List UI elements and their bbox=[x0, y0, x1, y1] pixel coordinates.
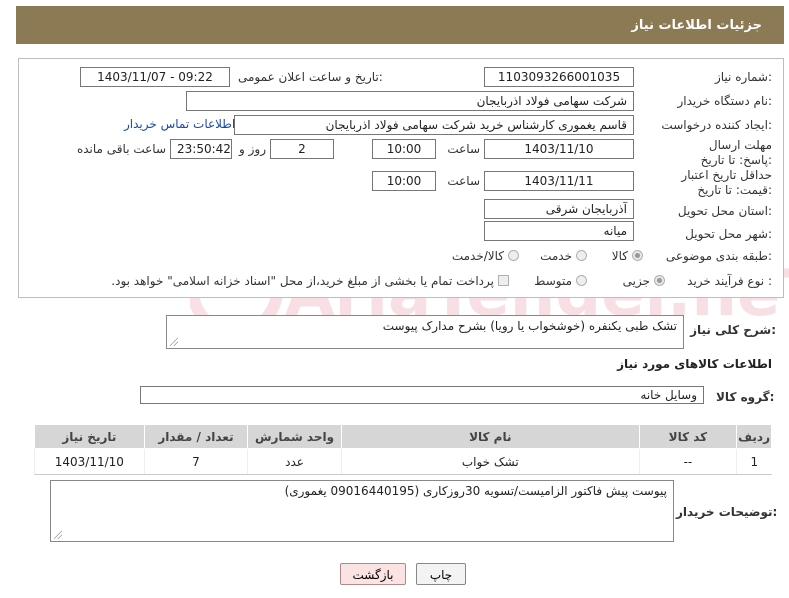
print-button[interactable]: چاپ bbox=[416, 563, 466, 585]
need-description-label: شرح کلی نیاز: bbox=[690, 323, 776, 337]
reply-deadline-label: مهلت ارسال پاسخ: تا تاریخ: bbox=[700, 138, 772, 167]
buyer-notes-field[interactable]: پیوست پیش فاکتور الزامیست/تسویه 30روزکار… bbox=[50, 480, 674, 542]
remaining-time-field[interactable]: 23:50:42 bbox=[170, 139, 232, 159]
need-description-text: تشک طبی یکنفره (خوشخواب یا رویا) بشرح مد… bbox=[382, 319, 677, 333]
cell-need-date: 1403/11/10 bbox=[34, 448, 145, 475]
cell-name: تشک خواب bbox=[340, 448, 640, 475]
buyer-org-field[interactable]: شرکت سهامی فولاد اذربایجان bbox=[186, 91, 634, 111]
buyer-contact-link[interactable]: اطلاعات تماس خریدار bbox=[124, 117, 235, 131]
goods-table-header: ردیف کد کالا نام کالا واحد شمارش تعداد /… bbox=[34, 424, 772, 449]
price-validity-time-label: ساعت bbox=[447, 174, 480, 188]
price-validity-label: حداقل تاریخ اعتبار قیمت: تا تاریخ: bbox=[681, 168, 772, 197]
goods-group-field[interactable]: وسایل خانه bbox=[140, 386, 704, 404]
category-radio-service[interactable] bbox=[576, 248, 587, 262]
checkbox-icon bbox=[498, 275, 509, 286]
cell-code: -- bbox=[638, 448, 737, 475]
city-field[interactable]: میانه bbox=[484, 221, 634, 241]
radio-icon bbox=[576, 275, 587, 286]
need-number-label: شماره نیاز: bbox=[714, 70, 772, 84]
col-quantity: تعداد / مقدار bbox=[143, 424, 249, 449]
province-label: استان محل تحویل: bbox=[677, 204, 772, 218]
price-validity-time-field[interactable]: 10:00 bbox=[372, 171, 436, 191]
announce-date-label: تاریخ و ساعت اعلان عمومی: bbox=[238, 70, 383, 84]
resize-grip-icon[interactable] bbox=[54, 531, 62, 539]
col-unit: واحد شمارش bbox=[247, 424, 342, 449]
radio-selected-icon bbox=[632, 250, 643, 261]
cell-row: 1 bbox=[736, 448, 772, 475]
col-code: کد کالا bbox=[638, 424, 738, 449]
buyer-notes-label: توضیحات خریدار: bbox=[676, 505, 778, 519]
process-option-minor: جزیی bbox=[622, 274, 650, 288]
table-row[interactable]: 1 -- تشک خواب عدد 7 1403/11/10 bbox=[34, 448, 772, 475]
need-number-field[interactable]: 1103093266001035 bbox=[484, 67, 634, 87]
process-type-label: نوع فرآیند خرید : bbox=[687, 274, 772, 288]
creator-label: ایجاد کننده درخواست: bbox=[661, 118, 772, 132]
cell-quantity: 7 bbox=[143, 448, 248, 475]
radio-selected-icon bbox=[654, 275, 665, 286]
reply-date-field[interactable]: 1403/11/10 bbox=[484, 139, 634, 159]
goods-group-label: گروه کالا: bbox=[716, 390, 775, 404]
goods-section-title: اطلاعات کالاهای مورد نیاز bbox=[617, 357, 772, 371]
radio-icon bbox=[576, 250, 587, 261]
treasury-payment-checkbox[interactable] bbox=[498, 273, 509, 287]
process-option-medium: متوسط bbox=[534, 274, 572, 288]
category-option-goods: کالا bbox=[611, 249, 628, 263]
remaining-time-label: ساعت باقی مانده bbox=[76, 142, 166, 156]
days-label: روز و bbox=[239, 142, 266, 156]
category-option-goods-service: کالا/خدمت bbox=[451, 249, 504, 263]
need-description-field[interactable]: تشک طبی یکنفره (خوشخواب یا رویا) بشرح مد… bbox=[166, 315, 684, 349]
category-option-service: خدمت bbox=[540, 249, 572, 263]
city-label: شهر محل تحویل: bbox=[685, 227, 772, 241]
category-radio-goods[interactable] bbox=[632, 248, 643, 262]
buyer-org-label: نام دستگاه خریدار: bbox=[677, 94, 773, 108]
page-header: جزئیات اطلاعات نیاز bbox=[16, 6, 784, 44]
province-field[interactable]: آذربایجان شرقی bbox=[484, 199, 634, 219]
category-radio-goods-service[interactable] bbox=[508, 248, 519, 262]
cell-unit: عدد bbox=[247, 448, 342, 475]
price-validity-date-field[interactable]: 1403/11/11 bbox=[484, 171, 634, 191]
announce-date-field[interactable]: 1403/11/07 - 09:22 bbox=[80, 67, 230, 87]
process-radio-minor[interactable] bbox=[654, 273, 665, 287]
reply-time-field[interactable]: 10:00 bbox=[372, 139, 436, 159]
category-label: طبقه بندی موضوعی: bbox=[665, 249, 772, 263]
back-button[interactable]: بازگشت bbox=[340, 563, 406, 585]
radio-icon bbox=[508, 250, 519, 261]
days-remaining-field[interactable]: 2 bbox=[270, 139, 334, 159]
col-row: ردیف bbox=[736, 424, 772, 449]
goods-table: ردیف کد کالا نام کالا واحد شمارش تعداد /… bbox=[34, 424, 772, 475]
creator-field[interactable]: قاسم یغموری کارشناس خرید شرکت سهامی فولا… bbox=[234, 115, 634, 135]
treasury-payment-note: پرداخت تمام یا بخشی از مبلغ خرید،از محل … bbox=[111, 274, 494, 288]
col-need-date: تاریخ نیاز bbox=[34, 424, 145, 449]
page-title: جزئیات اطلاعات نیاز bbox=[631, 17, 762, 33]
resize-grip-icon[interactable] bbox=[170, 338, 178, 346]
buyer-notes-text: پیوست پیش فاکتور الزامیست/تسویه 30روزکار… bbox=[284, 484, 667, 498]
process-radio-medium[interactable] bbox=[576, 273, 587, 287]
col-name: نام کالا bbox=[340, 424, 640, 449]
reply-time-label: ساعت bbox=[447, 142, 480, 156]
